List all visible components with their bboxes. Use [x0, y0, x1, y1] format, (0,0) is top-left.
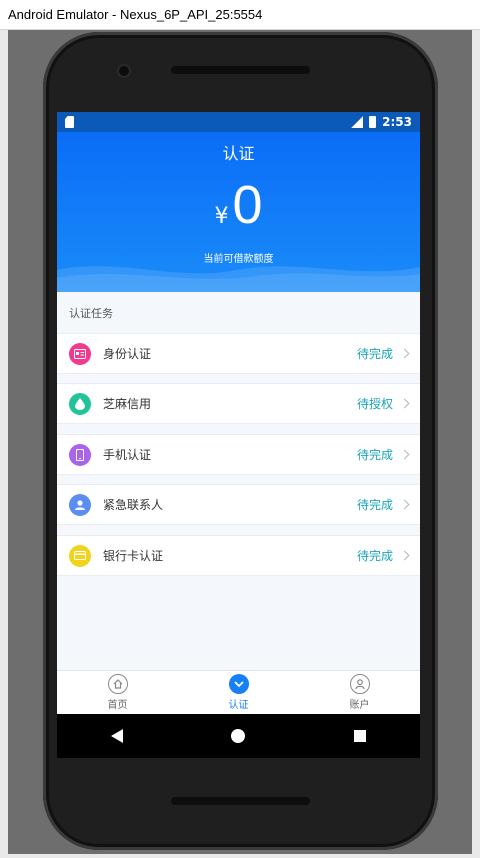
network-type: 4G [344, 112, 355, 120]
task-item-sesame-credit[interactable]: 芝麻信用 待授权 [57, 383, 420, 424]
window-frame-left [0, 30, 8, 858]
chevron-right-icon [399, 499, 410, 510]
battery-icon [369, 116, 377, 128]
emulator-title-bar: Android Emulator - Nexus_6P_API_25:5554 [0, 0, 480, 30]
section-title: 认证任务 [69, 307, 113, 320]
task-item-bank-card[interactable]: 银行卡认证 待完成 [57, 535, 420, 576]
credit-header: 认证 ¥ 0 当前可借款额度 [57, 132, 420, 292]
task-status: 待授权 [356, 397, 393, 411]
account-icon [349, 674, 370, 694]
front-camera [119, 66, 129, 76]
task-status: 待完成 [356, 549, 393, 563]
home-circle-icon[interactable] [231, 729, 246, 743]
phone-icon [69, 443, 91, 466]
task-label: 芝麻信用 [103, 397, 152, 411]
phone-screen: 4G 2:53 认证 ¥ 0 当前可借款额度 认证任务 身份认证 待完成 芝麻信… [57, 112, 420, 758]
currency-symbol: ¥ [214, 204, 229, 229]
bottom-tab-bar: 首页 认证 账户 [57, 670, 420, 714]
chevron-right-icon [399, 398, 410, 409]
status-bar: 4G 2:53 [57, 112, 420, 132]
header-wave-decoration [57, 266, 420, 292]
window-frame-bottom [0, 854, 480, 858]
top-speaker [171, 66, 310, 74]
task-label: 手机认证 [103, 448, 152, 462]
home-icon [107, 674, 128, 694]
contact-icon [69, 493, 91, 516]
window-frame-right [472, 30, 480, 858]
tab-account[interactable]: 账户 [299, 671, 420, 714]
tab-label: 首页 [107, 700, 128, 711]
sim-card-icon [65, 116, 74, 128]
bottom-speaker [171, 797, 310, 805]
back-icon[interactable] [111, 729, 124, 743]
id-card-icon [69, 342, 91, 365]
tab-verify[interactable]: 认证 [178, 671, 299, 714]
sesame-icon [69, 392, 91, 415]
status-time: 2:53 [382, 115, 412, 129]
task-item-emergency-contact[interactable]: 紧急联系人 待完成 [57, 484, 420, 525]
chevron-right-icon [399, 550, 410, 561]
task-label: 紧急联系人 [103, 498, 164, 512]
credit-amount: ¥ 0 [57, 178, 420, 232]
task-item-identity[interactable]: 身份认证 待完成 [57, 333, 420, 374]
task-label: 身份认证 [103, 347, 152, 361]
task-status: 待完成 [356, 347, 393, 361]
task-label: 银行卡认证 [103, 549, 164, 563]
emulator-title: Android Emulator - Nexus_6P_API_25:5554 [8, 7, 263, 22]
task-status: 待完成 [356, 498, 393, 512]
bank-card-icon [69, 544, 91, 567]
chevron-right-icon [399, 449, 410, 460]
tab-label: 认证 [228, 700, 249, 711]
task-item-phone[interactable]: 手机认证 待完成 [57, 434, 420, 475]
tab-home[interactable]: 首页 [57, 671, 178, 714]
signal-icon: 4G [351, 116, 364, 128]
page-title: 认证 [222, 144, 255, 163]
amount-value: 0 [232, 175, 263, 235]
recent-apps-icon[interactable] [353, 730, 366, 742]
tab-label: 账户 [349, 700, 370, 711]
verify-icon [228, 674, 249, 694]
android-nav-bar [57, 714, 420, 758]
task-status: 待完成 [356, 448, 393, 462]
chevron-right-icon [399, 348, 410, 359]
